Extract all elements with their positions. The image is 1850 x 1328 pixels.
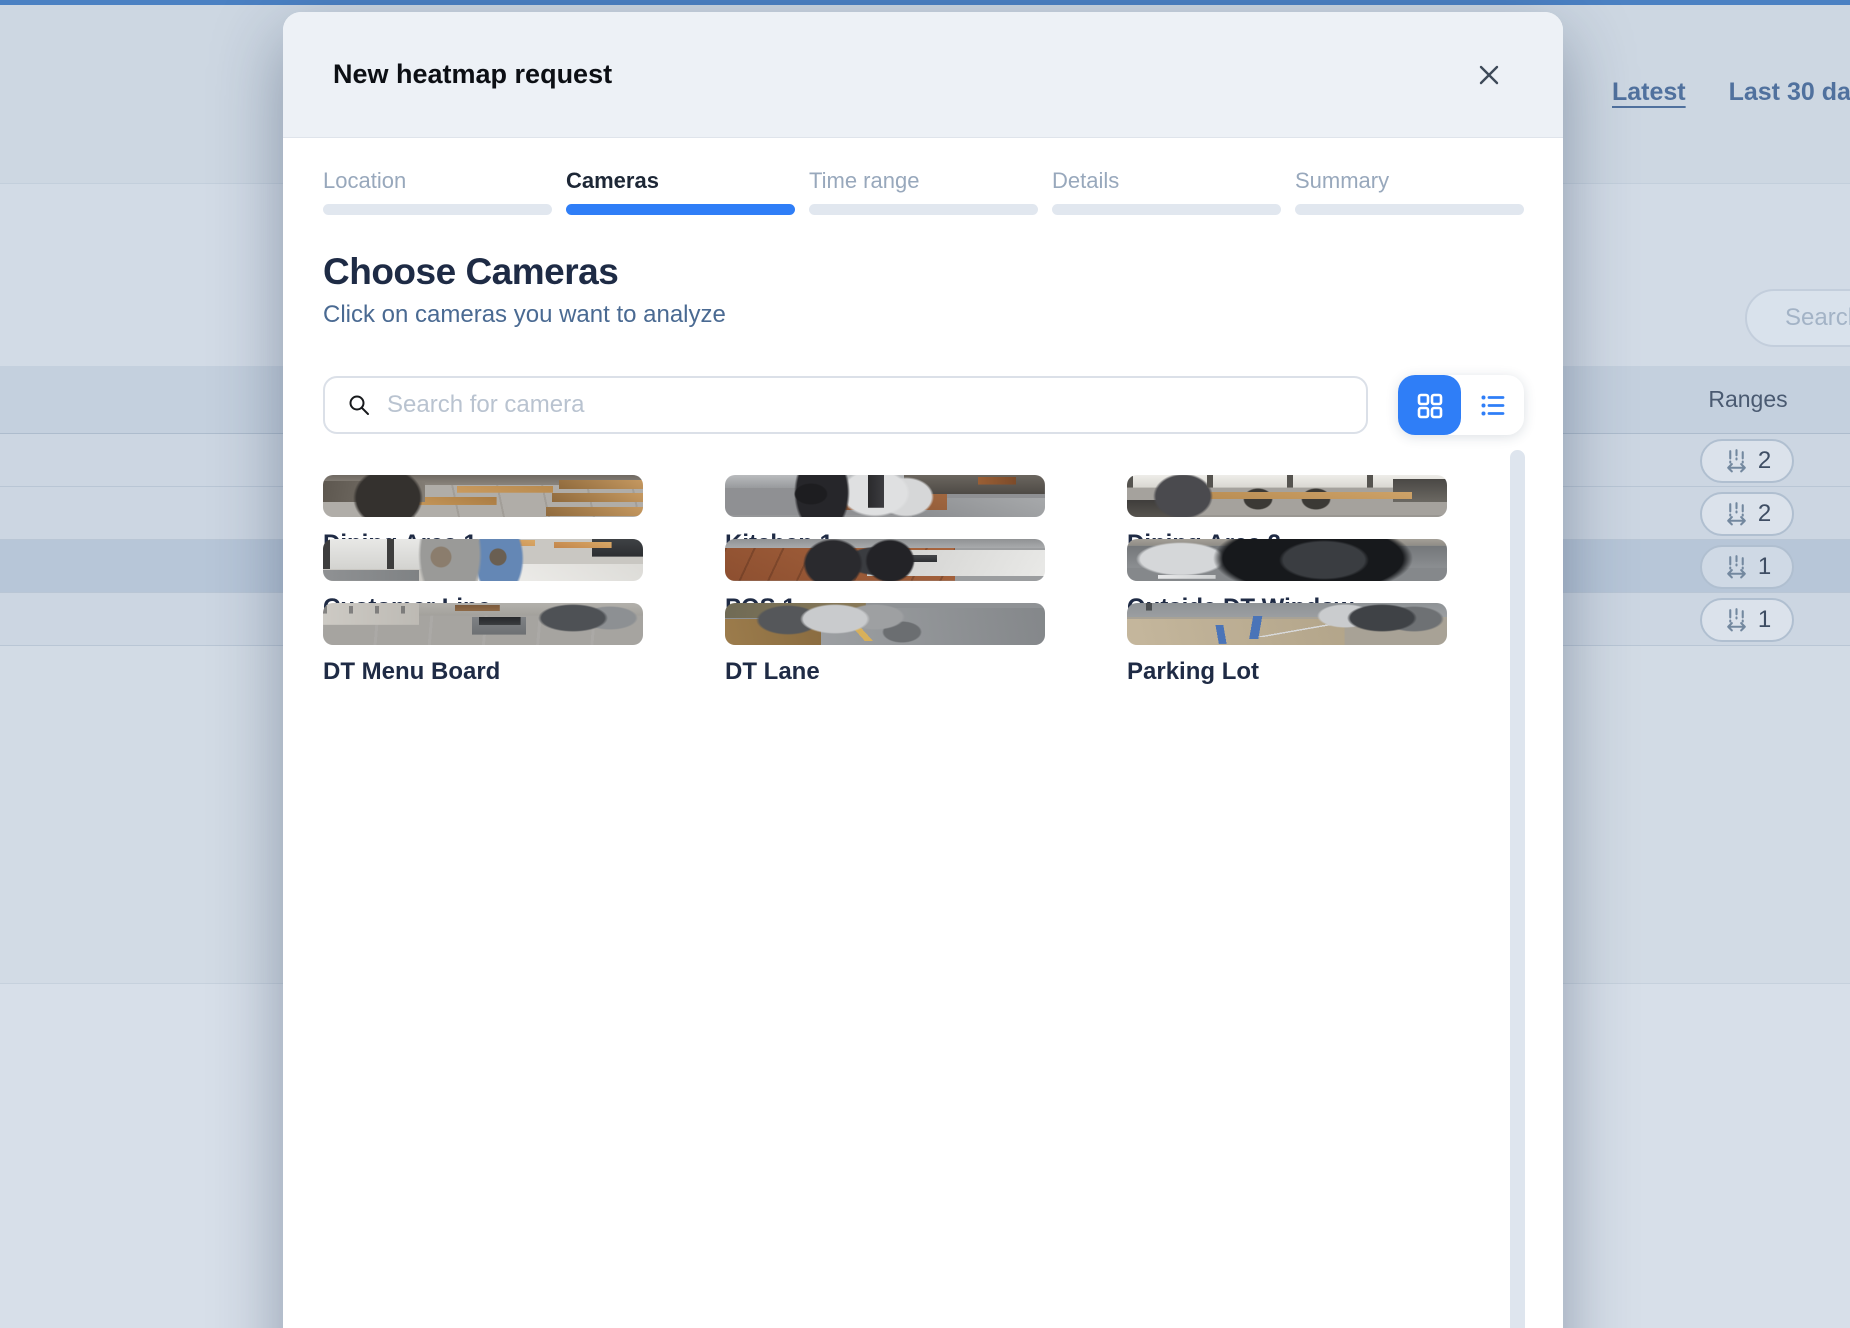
time-filter-links: Latest Last 30 days: [1612, 78, 1850, 107]
cameras-grid: Dining Area 1 Kitchen 1 Dining Area 2 Cu…: [323, 475, 1524, 667]
step-progress-bar: [809, 204, 1038, 215]
camera-search-row: [323, 375, 1524, 435]
step-label: Summary: [1295, 168, 1524, 194]
camera-name: DT Lane: [725, 657, 1045, 687]
range-badge[interactable]: 1: [1700, 545, 1794, 589]
step-label: Cameras: [566, 168, 795, 194]
camera-thumbnail[interactable]: [323, 539, 643, 581]
background-search-placeholder: Search: [1785, 304, 1850, 332]
range-histogram-icon: [1723, 554, 1750, 579]
camera-card[interactable]: DT Lane: [725, 603, 1045, 645]
badge-count: 2: [1758, 500, 1771, 528]
range-badge[interactable]: 2: [1700, 492, 1794, 536]
camera-thumbnail[interactable]: [323, 475, 643, 517]
badge-slot: 1: [1700, 593, 1794, 646]
step-label: Time range: [809, 168, 1038, 194]
camera-card[interactable]: Dining Area 2: [1127, 475, 1447, 517]
camera-thumbnail[interactable]: [725, 475, 1045, 517]
step-progress-bar: [323, 204, 552, 215]
badge-count: 1: [1758, 606, 1771, 634]
modal-title: New heatmap request: [333, 59, 612, 90]
step-label: Details: [1052, 168, 1281, 194]
camera-thumbnail[interactable]: [725, 603, 1045, 645]
wizard-step[interactable]: Time range: [809, 168, 1038, 215]
camera-thumbnail[interactable]: [1127, 603, 1447, 645]
step-progress-bar: [1052, 204, 1281, 215]
wizard-step[interactable]: Details: [1052, 168, 1281, 215]
search-icon: [347, 393, 371, 417]
camera-search-input[interactable]: [387, 391, 1287, 419]
camera-search-box: [323, 376, 1368, 434]
steps-row: Location Cameras Time range Details Summ…: [323, 168, 1524, 215]
camera-thumbnail[interactable]: [1127, 539, 1447, 581]
camera-name: DT Menu Board: [323, 657, 643, 687]
grid-view-icon: [1416, 392, 1443, 419]
last-30-days-link[interactable]: Last 30 days: [1729, 78, 1850, 106]
camera-thumbnail[interactable]: [323, 603, 643, 645]
range-badge[interactable]: 1: [1700, 598, 1794, 642]
camera-thumbnail[interactable]: [725, 539, 1045, 581]
close-button[interactable]: [1469, 55, 1509, 95]
camera-card[interactable]: Outside DT Window: [1127, 539, 1447, 581]
badge-slot: 2: [1700, 487, 1794, 540]
camera-card[interactable]: DT Menu Board: [323, 603, 643, 645]
camera-thumbnail[interactable]: [1127, 475, 1447, 517]
modal-scrollbar[interactable]: [1510, 450, 1525, 1328]
background-search-input[interactable]: Search: [1745, 289, 1850, 347]
choose-cameras-subheading: Click on cameras you want to analyze: [323, 301, 1524, 329]
grid-view-button[interactable]: [1398, 375, 1461, 435]
badge-slot: 1: [1700, 540, 1794, 593]
camera-card[interactable]: POS 1: [725, 539, 1045, 581]
choose-cameras-heading: Choose Cameras: [323, 251, 1524, 293]
step-progress-bar: [1295, 204, 1524, 215]
wizard-step[interactable]: Summary: [1295, 168, 1524, 215]
camera-card[interactable]: Dining Area 1: [323, 475, 643, 517]
modal-body: Location Cameras Time range Details Summ…: [283, 138, 1563, 667]
list-view-icon: [1479, 392, 1506, 419]
wizard-step[interactable]: Cameras: [566, 168, 795, 215]
step-label: Location: [323, 168, 552, 194]
new-heatmap-request-modal: New heatmap request Location Cameras Tim…: [283, 12, 1563, 1328]
modal-header: New heatmap request: [283, 12, 1563, 138]
badge-count: 2: [1758, 447, 1771, 475]
latest-link[interactable]: Latest: [1612, 78, 1686, 106]
wizard-step[interactable]: Location: [323, 168, 552, 215]
ranges-column-header: Ranges: [1688, 386, 1808, 413]
camera-card[interactable]: Customer Line: [323, 539, 643, 581]
step-progress-bar: [566, 204, 795, 215]
badge-count: 1: [1758, 553, 1771, 581]
camera-card[interactable]: Kitchen 1: [725, 475, 1045, 517]
view-toggle-group: [1398, 375, 1524, 435]
list-view-button[interactable]: [1461, 375, 1524, 435]
range-histogram-icon: [1723, 607, 1750, 632]
range-histogram-icon: [1723, 501, 1750, 526]
badge-slot: 2: [1700, 434, 1794, 487]
close-icon: [1475, 61, 1503, 89]
camera-name: Parking Lot: [1127, 657, 1447, 687]
range-histogram-icon: [1723, 448, 1750, 473]
camera-card[interactable]: Parking Lot: [1127, 603, 1447, 645]
range-badge[interactable]: 2: [1700, 439, 1794, 483]
